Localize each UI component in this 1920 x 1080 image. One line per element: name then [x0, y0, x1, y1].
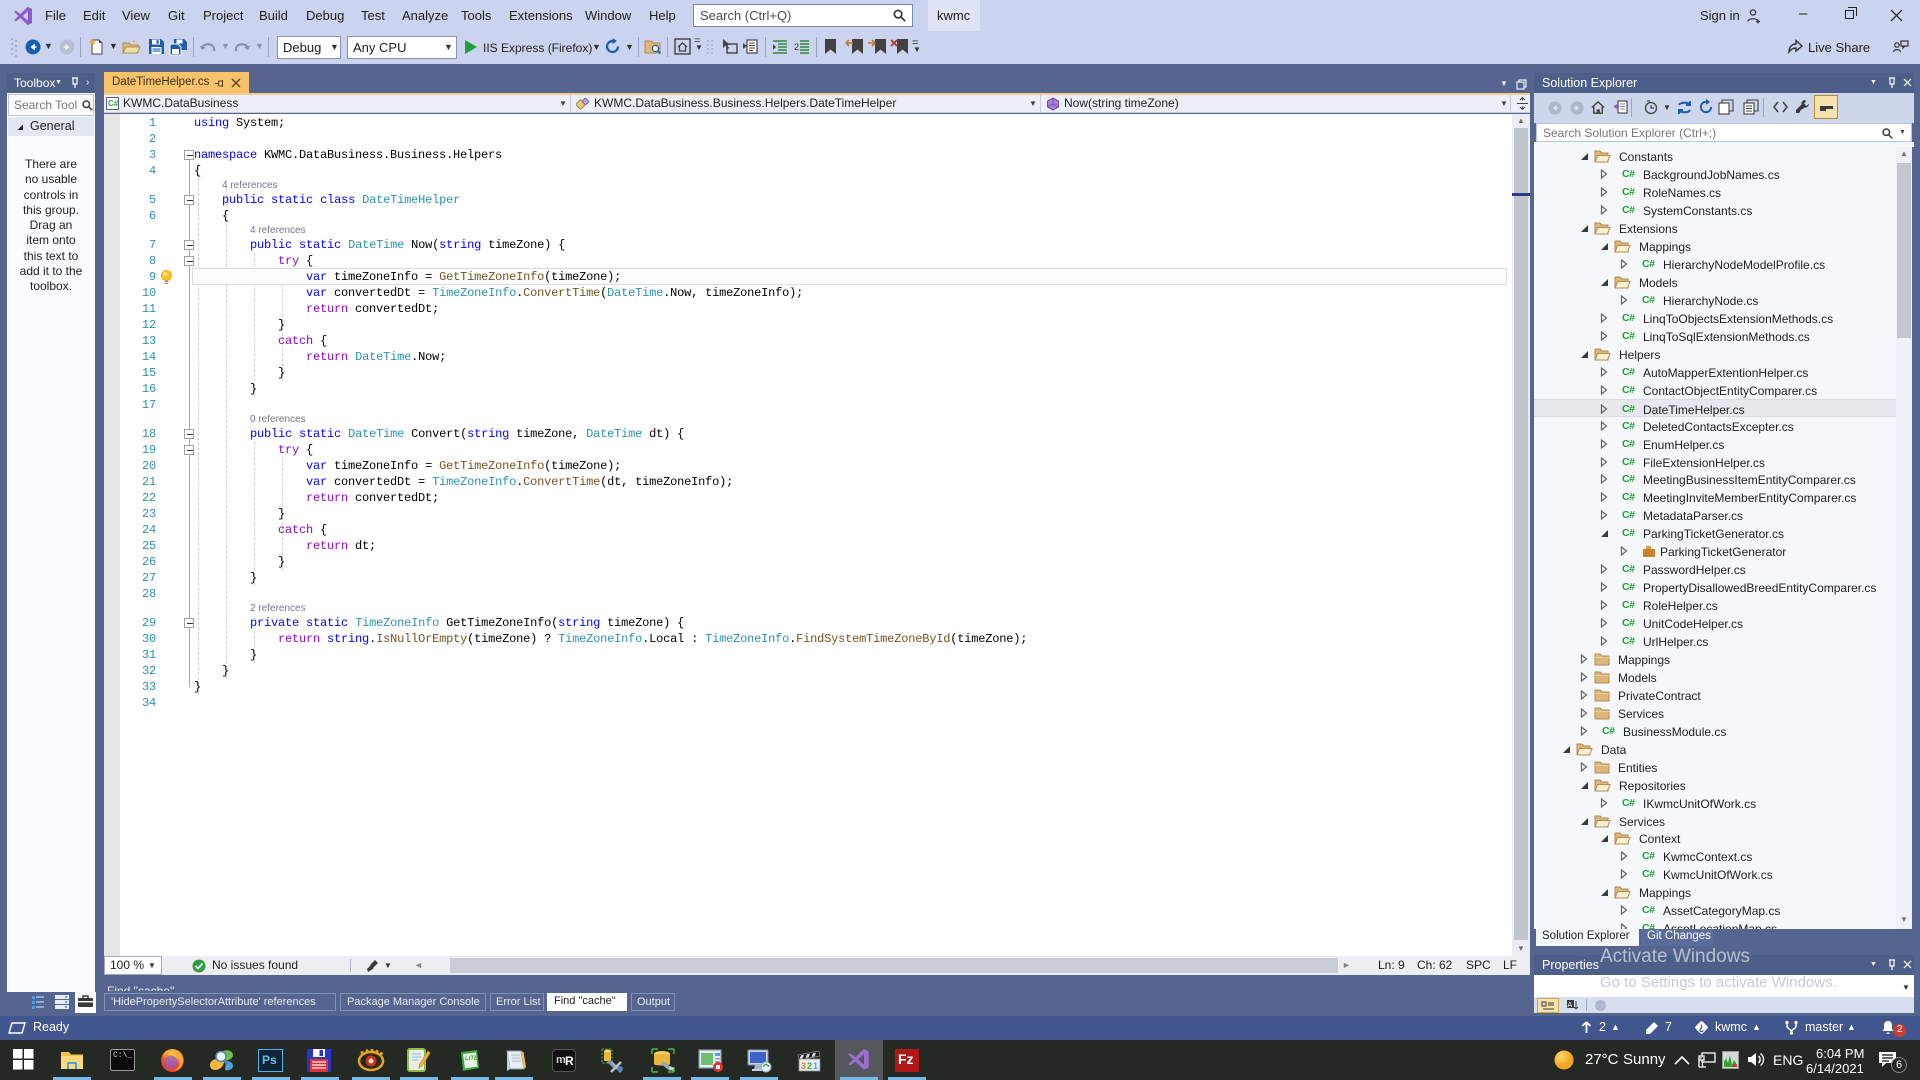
svg-text:LITE: LITE: [465, 1056, 479, 1062]
svg-text:2: 2: [807, 1061, 812, 1071]
svg-text:2: 2: [794, 42, 799, 52]
svg-text:A: A: [1568, 1002, 1573, 1009]
svg-text:3: 3: [801, 1061, 806, 1071]
svg-text:1: 1: [813, 1061, 818, 1071]
